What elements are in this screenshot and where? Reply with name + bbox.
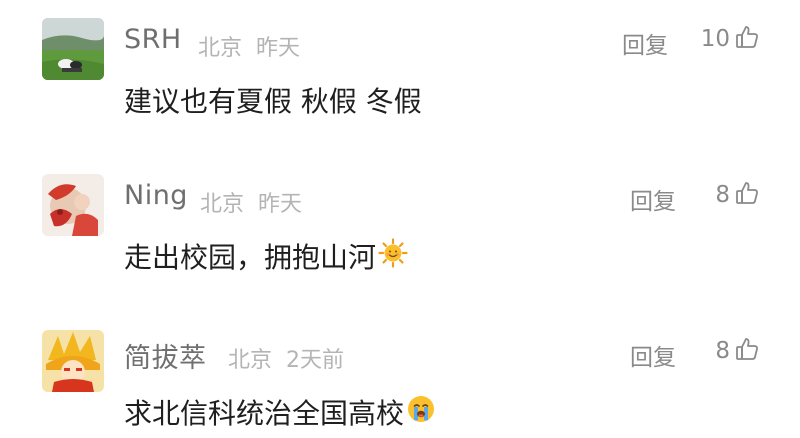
timestamp: 2天前 [286,348,345,373]
like-count: 8 [715,182,730,208]
comment-text: 走出校园，拥抱山河 [124,236,408,276]
like-button[interactable]: 10 [701,24,760,54]
comment-meta: 北京 2天前 [228,342,344,374]
comment-body: 建议也有夏假 秋假 冬假 [124,85,422,118]
crying-emoji-icon [406,394,436,431]
timestamp: 昨天 [258,192,303,217]
avatar[interactable] [42,174,104,236]
thumbs-up-icon[interactable] [734,336,760,366]
comment-meta: 北京 昨天 [198,30,300,62]
comment-text: 求北信科统治全国高校 [124,392,436,432]
sun-emoji-icon [378,237,408,275]
avatar[interactable] [42,18,104,80]
location: 北京 [228,348,273,373]
reply-button[interactable]: 回复 [630,182,676,216]
reply-button[interactable]: 回复 [630,338,676,372]
reply-button[interactable]: 回复 [622,26,668,60]
username[interactable]: SRH [124,24,182,55]
like-count: 10 [700,26,730,52]
timestamp: 昨天 [256,36,301,61]
comment-text: 建议也有夏假 秋假 冬假 [124,80,422,120]
location: 北京 [198,36,243,61]
username[interactable]: 简拔萃 [124,336,207,375]
thumbs-up-icon[interactable] [734,180,760,210]
like-button[interactable]: 8 [715,336,760,366]
comment-body: 走出校园，拥抱山河 [124,241,377,274]
comment-body: 求北信科统治全国高校 [124,397,405,430]
like-count: 8 [715,338,730,364]
location: 北京 [200,192,245,217]
avatar[interactable] [42,330,104,392]
thumbs-up-icon[interactable] [734,24,760,54]
username[interactable]: Ning [124,180,188,211]
comment-meta: 北京 昨天 [200,186,302,218]
like-button[interactable]: 8 [715,180,760,210]
